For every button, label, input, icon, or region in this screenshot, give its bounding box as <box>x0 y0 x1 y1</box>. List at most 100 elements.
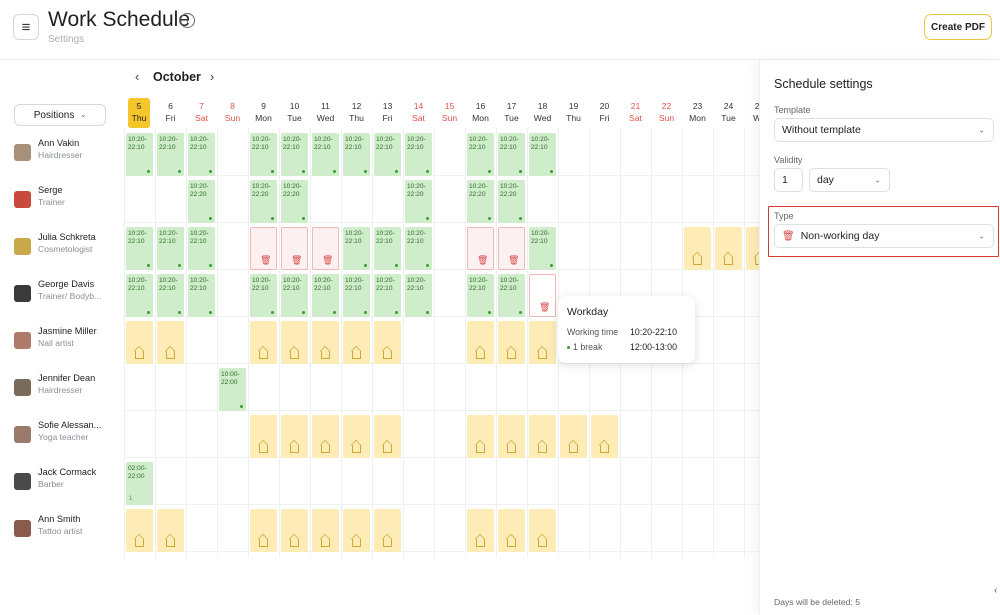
workday-cell[interactable]: 10:20- 22:10 <box>467 274 494 317</box>
workday-cell[interactable]: 10:20- 22:10 <box>374 274 401 317</box>
workday-cell[interactable]: 10:20- 22:20 <box>250 180 277 223</box>
positions-dropdown[interactable]: Positions ⌄ <box>14 104 106 126</box>
employee-row[interactable]: Jack Cormack Barber <box>12 462 124 508</box>
day-header[interactable]: 6 Fri <box>155 98 186 128</box>
nonworking-cell[interactable]: 🗑 <box>498 227 525 270</box>
dayoff-cell[interactable] <box>281 415 308 458</box>
workday-cell[interactable]: 10:20- 22:10 <box>281 133 308 176</box>
workday-cell[interactable]: 10:20- 22:10 <box>343 227 370 270</box>
workday-cell[interactable]: 10:20- 22:10 <box>281 274 308 317</box>
workday-cell[interactable]: 10:20- 22:10 <box>126 133 153 176</box>
chevron-left-icon[interactable]: ‹ <box>994 585 997 596</box>
workday-cell[interactable]: 02:00- 22:00 1 <box>126 462 153 505</box>
nonworking-cell[interactable]: 🗑 <box>312 227 339 270</box>
day-header[interactable]: 21 Sat <box>620 98 651 128</box>
dayoff-cell[interactable] <box>281 509 308 552</box>
chevron-right-icon[interactable]: › <box>210 69 214 84</box>
employee-row[interactable]: Julia Schkreta Cosmetologist <box>12 227 124 273</box>
workday-cell[interactable]: 10:20- 22:10 <box>343 274 370 317</box>
day-header[interactable]: 22 Sun <box>651 98 682 128</box>
workday-cell[interactable]: 10:20- 22:10 <box>157 133 184 176</box>
dayoff-cell[interactable] <box>312 415 339 458</box>
dayoff-cell[interactable] <box>746 227 760 270</box>
dayoff-cell[interactable] <box>126 509 153 552</box>
dayoff-cell[interactable] <box>157 509 184 552</box>
dayoff-cell[interactable] <box>560 415 587 458</box>
employee-row[interactable]: Ann Smith Tattoo artist <box>12 509 124 555</box>
workday-cell[interactable]: 10:20- 22:20 <box>188 180 215 223</box>
dayoff-cell[interactable] <box>374 321 401 364</box>
dayoff-cell[interactable] <box>715 227 742 270</box>
type-select[interactable]: 🗑 Non-working day ⌄ <box>774 224 994 248</box>
dayoff-cell[interactable] <box>374 415 401 458</box>
day-header[interactable]: 8 Sun <box>217 98 248 128</box>
workday-cell[interactable]: 10:20- 22:10 <box>405 133 432 176</box>
day-header[interactable]: 12 Thu <box>341 98 372 128</box>
day-header[interactable]: 13 Fri <box>372 98 403 128</box>
workday-cell[interactable]: 10:20- 22:10 <box>188 274 215 317</box>
employee-row[interactable]: Serge Trainer <box>12 180 124 226</box>
workday-cell[interactable]: 10:20- 22:10 <box>374 227 401 270</box>
dayoff-cell[interactable] <box>250 415 277 458</box>
workday-cell[interactable]: 10:20- 22:20 <box>405 180 432 223</box>
employee-row[interactable]: Jasmine Miller Nail artist <box>12 321 124 367</box>
workday-cell[interactable]: 10:20- 22:10 <box>343 133 370 176</box>
dayoff-cell[interactable] <box>374 509 401 552</box>
dayoff-cell[interactable] <box>250 509 277 552</box>
dayoff-cell[interactable] <box>343 415 370 458</box>
workday-cell[interactable]: 10:20- 22:10 <box>250 133 277 176</box>
day-header[interactable]: 25 We <box>744 98 760 128</box>
dayoff-cell[interactable] <box>529 415 556 458</box>
day-header[interactable]: 15 Sun <box>434 98 465 128</box>
dayoff-cell[interactable] <box>498 509 525 552</box>
workday-cell[interactable]: 10:20- 22:10 <box>250 274 277 317</box>
workday-cell[interactable]: 10:20- 22:10 <box>188 133 215 176</box>
day-header[interactable]: 9 Mon <box>248 98 279 128</box>
employee-row[interactable]: Jennifer Dean Hairdresser <box>12 368 124 414</box>
dayoff-cell[interactable] <box>467 321 494 364</box>
workday-cell[interactable]: 10:20- 22:10 <box>157 274 184 317</box>
dayoff-cell[interactable] <box>281 321 308 364</box>
day-header[interactable]: 18 Wed <box>527 98 558 128</box>
nonworking-cell[interactable]: 🗑 <box>250 227 277 270</box>
create-pdf-button[interactable]: Create PDF <box>924 14 992 40</box>
dayoff-cell[interactable] <box>529 321 556 364</box>
workday-cell[interactable]: 10:20- 22:10 <box>374 133 401 176</box>
dayoff-cell[interactable] <box>467 415 494 458</box>
workday-cell[interactable]: 10:20- 22:10 <box>312 274 339 317</box>
workday-cell[interactable]: 10:20- 22:10 <box>126 227 153 270</box>
dayoff-cell[interactable] <box>343 321 370 364</box>
day-header[interactable]: 7 Sat <box>186 98 217 128</box>
workday-cell[interactable]: 10:20- 22:10 <box>405 227 432 270</box>
day-header[interactable]: 17 Tue <box>496 98 527 128</box>
workday-cell[interactable]: 10:20- 22:10 <box>529 227 556 270</box>
dayoff-cell[interactable] <box>250 321 277 364</box>
day-header[interactable]: 24 Tue <box>713 98 744 128</box>
employee-row[interactable]: Sofie Alessan... Yoga teacher <box>12 415 124 461</box>
validity-unit-select[interactable]: day ⌄ <box>809 168 890 192</box>
nonworking-cell[interactable]: 🗑 <box>467 227 494 270</box>
employee-row[interactable]: George Davis Trainer/ Bodyb... <box>12 274 124 320</box>
workday-cell[interactable]: 10:20- 22:10 <box>126 274 153 317</box>
dayoff-cell[interactable] <box>467 509 494 552</box>
day-header[interactable]: 14 Sat <box>403 98 434 128</box>
nonworking-cell[interactable]: 🗑 <box>529 274 556 317</box>
validity-count-input[interactable]: 1 <box>774 168 803 192</box>
dayoff-cell[interactable] <box>529 509 556 552</box>
workday-cell[interactable]: 10:20- 22:10 <box>312 133 339 176</box>
dayoff-cell[interactable] <box>312 321 339 364</box>
workday-cell[interactable]: 10:20- 22:10 <box>498 274 525 317</box>
dayoff-cell[interactable] <box>498 415 525 458</box>
day-header[interactable]: 16 Mon <box>465 98 496 128</box>
workday-cell[interactable]: 10:20- 22:10 <box>529 133 556 176</box>
dayoff-cell[interactable] <box>684 227 711 270</box>
workday-cell[interactable]: 10:20- 22:10 <box>188 227 215 270</box>
dayoff-cell[interactable] <box>343 509 370 552</box>
day-header[interactable]: 10 Tue <box>279 98 310 128</box>
workday-cell[interactable]: 10:00- 22:00 <box>219 368 246 411</box>
workday-cell[interactable]: 10:20- 22:10 <box>467 133 494 176</box>
day-header[interactable]: 5 Thu <box>128 98 150 128</box>
workday-cell[interactable]: 10:20- 22:10 <box>157 227 184 270</box>
dayoff-cell[interactable] <box>591 415 618 458</box>
workday-cell[interactable]: 10:20- 22:20 <box>467 180 494 223</box>
